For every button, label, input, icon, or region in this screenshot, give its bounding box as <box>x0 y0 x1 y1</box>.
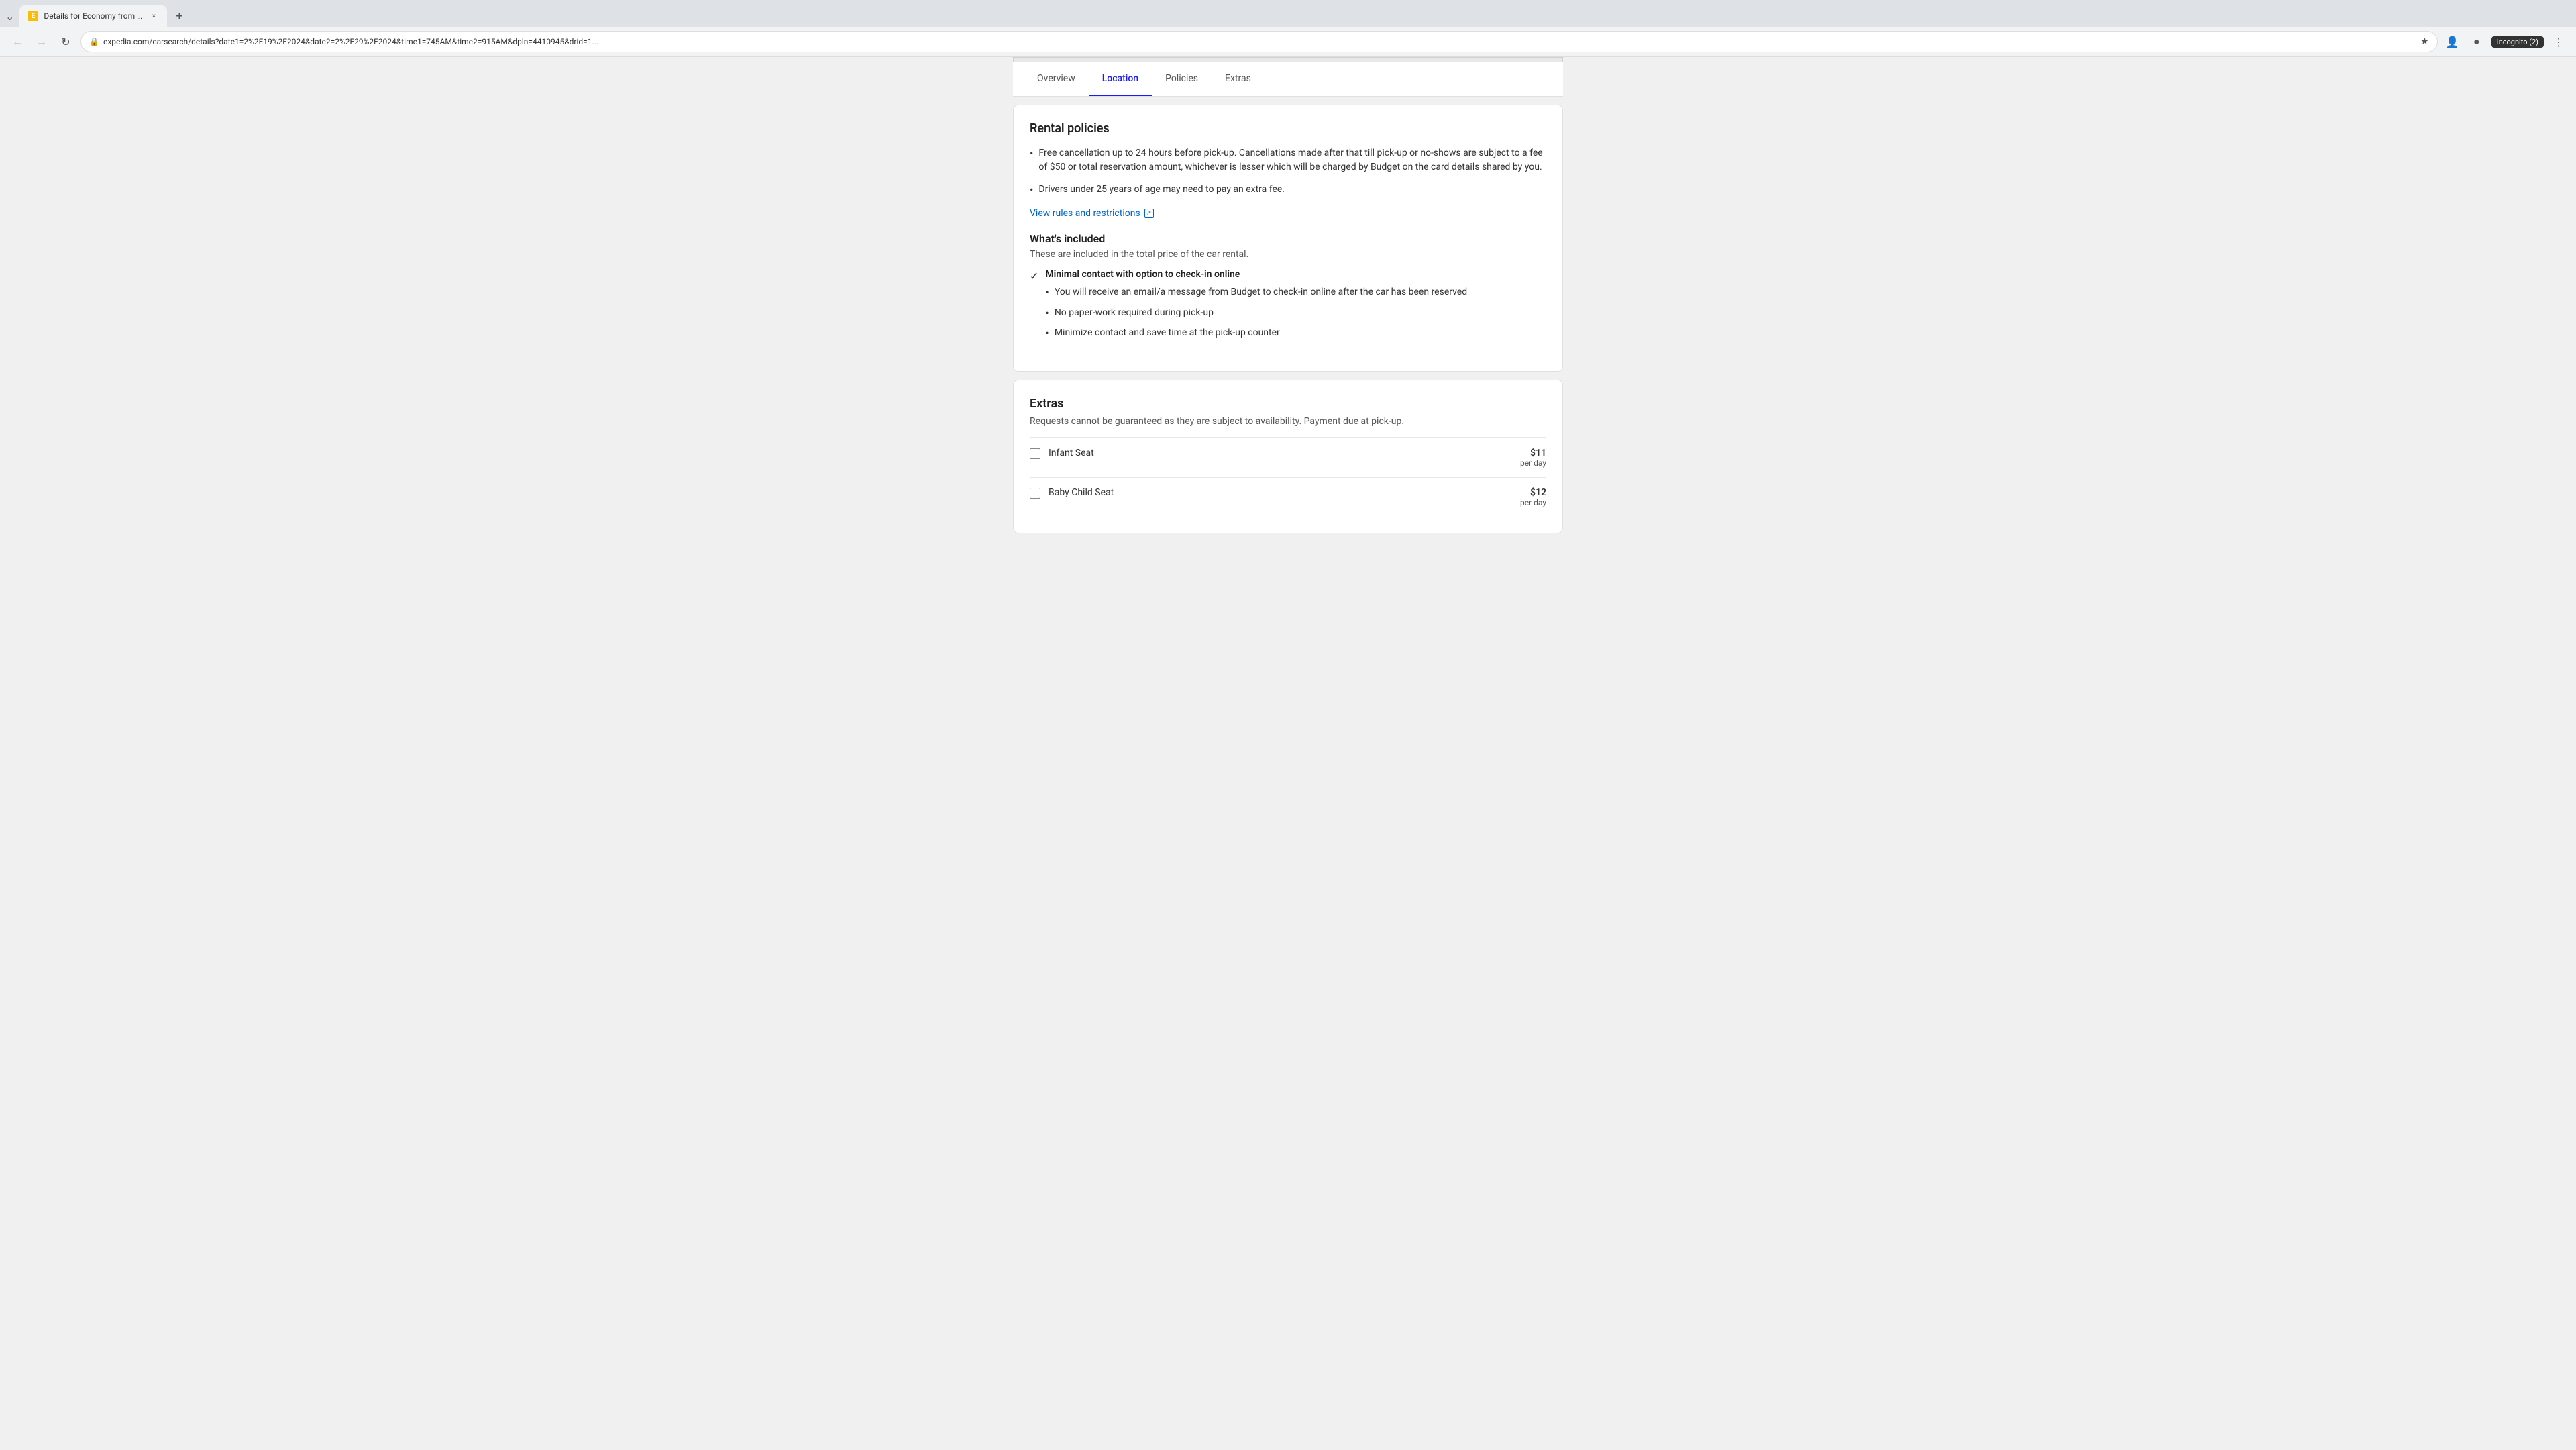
infant-seat-checkbox[interactable] <box>1030 448 1040 459</box>
extra-item-left-0: Infant Seat <box>1030 448 1094 459</box>
reload-button[interactable]: ↻ <box>56 32 75 51</box>
page-content: Overview Location Policies Extras Rental… <box>0 57 2576 1450</box>
nav-tab-extras[interactable]: Extras <box>1212 62 1265 96</box>
policy-item-drivers-age: Drivers under 25 years of age may need t… <box>1030 183 1546 197</box>
profile-icon[interactable]: 👤 <box>2443 32 2462 51</box>
extra-item-0: Infant Seat $11 per day <box>1030 437 1546 477</box>
address-text: expedia.com/carsearch/details?date1=2%2F… <box>103 37 2416 46</box>
baby-child-seat-unit: per day <box>1520 498 1546 507</box>
infant-seat-price: $11 per day <box>1520 448 1546 468</box>
extra-item-1: Baby Child Seat $12 per day <box>1030 477 1546 517</box>
lock-icon: 🔒 <box>89 37 99 46</box>
baby-child-seat-checkbox[interactable] <box>1030 488 1040 499</box>
feature-list: You will receive an email/a message from… <box>1045 285 1467 341</box>
extensions-icon[interactable]: ● <box>2467 32 2486 51</box>
tab-list-button[interactable]: ⌄ <box>5 10 14 23</box>
top-separator <box>1013 57 1563 62</box>
whats-included-title: What's included <box>1030 232 1546 245</box>
address-bar-row: ← → ↻ 🔒 expedia.com/carsearch/details?da… <box>0 27 2576 56</box>
policy-item-cancellation: Free cancellation up to 24 hours before … <box>1030 146 1546 174</box>
browser-chrome: ⌄ E Details for Economy from Budg... × +… <box>0 0 2576 57</box>
tab-favicon: E <box>28 11 38 21</box>
rental-policies-title: Rental policies <box>1030 121 1546 136</box>
tab-bar: ⌄ E Details for Economy from Budg... × + <box>0 0 2576 27</box>
nav-tab-location[interactable]: Location <box>1089 62 1152 96</box>
extras-title: Extras <box>1030 397 1546 411</box>
rental-policies-card: Rental policies Free cancellation up to … <box>1013 105 1563 372</box>
address-bar[interactable]: 🔒 expedia.com/carsearch/details?date1=2%… <box>80 31 2438 52</box>
bookmark-icon[interactable]: ★ <box>2420 36 2429 47</box>
baby-child-seat-label: Baby Child Seat <box>1049 487 1114 498</box>
infant-seat-unit: per day <box>1520 458 1546 468</box>
main-container: Overview Location Policies Extras Rental… <box>1013 57 1563 1450</box>
tab-close-button[interactable]: × <box>148 11 159 21</box>
baby-child-seat-amount: $12 <box>1520 487 1546 498</box>
view-rules-label: View rules and restrictions <box>1030 208 1140 219</box>
feature-item-2: Minimize contact and save time at the pi… <box>1045 326 1467 341</box>
extras-card: Extras Requests cannot be guaranteed as … <box>1013 380 1563 533</box>
extra-item-left-1: Baby Child Seat <box>1030 487 1114 499</box>
new-tab-button[interactable]: + <box>170 7 189 25</box>
view-rules-link[interactable]: View rules and restrictions <box>1030 208 1546 219</box>
more-options-icon[interactable]: ⋮ <box>2549 32 2568 51</box>
feature-item-1: No paper-work required during pick-up <box>1045 306 1467 321</box>
baby-child-seat-price: $12 per day <box>1520 487 1546 507</box>
policy-list: Free cancellation up to 24 hours before … <box>1030 146 1546 197</box>
whats-included-subtitle: These are included in the total price of… <box>1030 249 1546 260</box>
nav-tab-policies[interactable]: Policies <box>1152 62 1212 96</box>
feature-item-0: You will receive an email/a message from… <box>1045 285 1467 300</box>
feature-content: Minimal contact with option to check-in … <box>1045 269 1467 346</box>
tab-title: Details for Economy from Budg... <box>44 11 143 21</box>
incognito-button[interactable]: Incognito (2) <box>2491 36 2544 48</box>
infant-seat-amount: $11 <box>1520 448 1546 458</box>
included-feature-0: ✓ Minimal contact with option to check-i… <box>1030 269 1546 346</box>
page-navigation: Overview Location Policies Extras <box>1013 62 1563 97</box>
check-icon: ✓ <box>1030 270 1038 282</box>
nav-tab-overview[interactable]: Overview <box>1024 62 1089 96</box>
infant-seat-label: Infant Seat <box>1049 448 1094 458</box>
feature-title: Minimal contact with option to check-in … <box>1045 269 1467 280</box>
external-link-icon <box>1144 209 1154 218</box>
forward-button[interactable]: → <box>32 32 51 51</box>
active-tab[interactable]: E Details for Economy from Budg... × <box>19 5 167 27</box>
extras-subtitle: Requests cannot be guaranteed as they ar… <box>1030 416 1546 427</box>
back-button[interactable]: ← <box>8 32 27 51</box>
